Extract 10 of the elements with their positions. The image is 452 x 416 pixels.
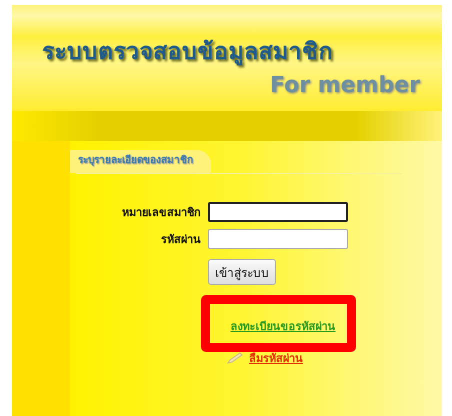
field-label: รหัสผ่าน: [160, 232, 201, 248]
page-title: ระบบตรวจสอบข้อมูลสมาชิก: [42, 38, 333, 68]
text-link[interactable]: ลงทะเบียนขอรหัสผ่าน: [230, 317, 336, 335]
text-link[interactable]: ลืมรหัสผ่าน: [249, 349, 303, 367]
login-button[interactable]: เข้าสู่ระบบ: [208, 259, 276, 285]
input-field[interactable]: [208, 202, 348, 222]
pencil-icon: [227, 352, 243, 364]
input-field[interactable]: [208, 229, 348, 249]
page-subtitle: For member: [270, 73, 420, 98]
field-label: หมายเลขสมาชิก: [121, 205, 201, 221]
